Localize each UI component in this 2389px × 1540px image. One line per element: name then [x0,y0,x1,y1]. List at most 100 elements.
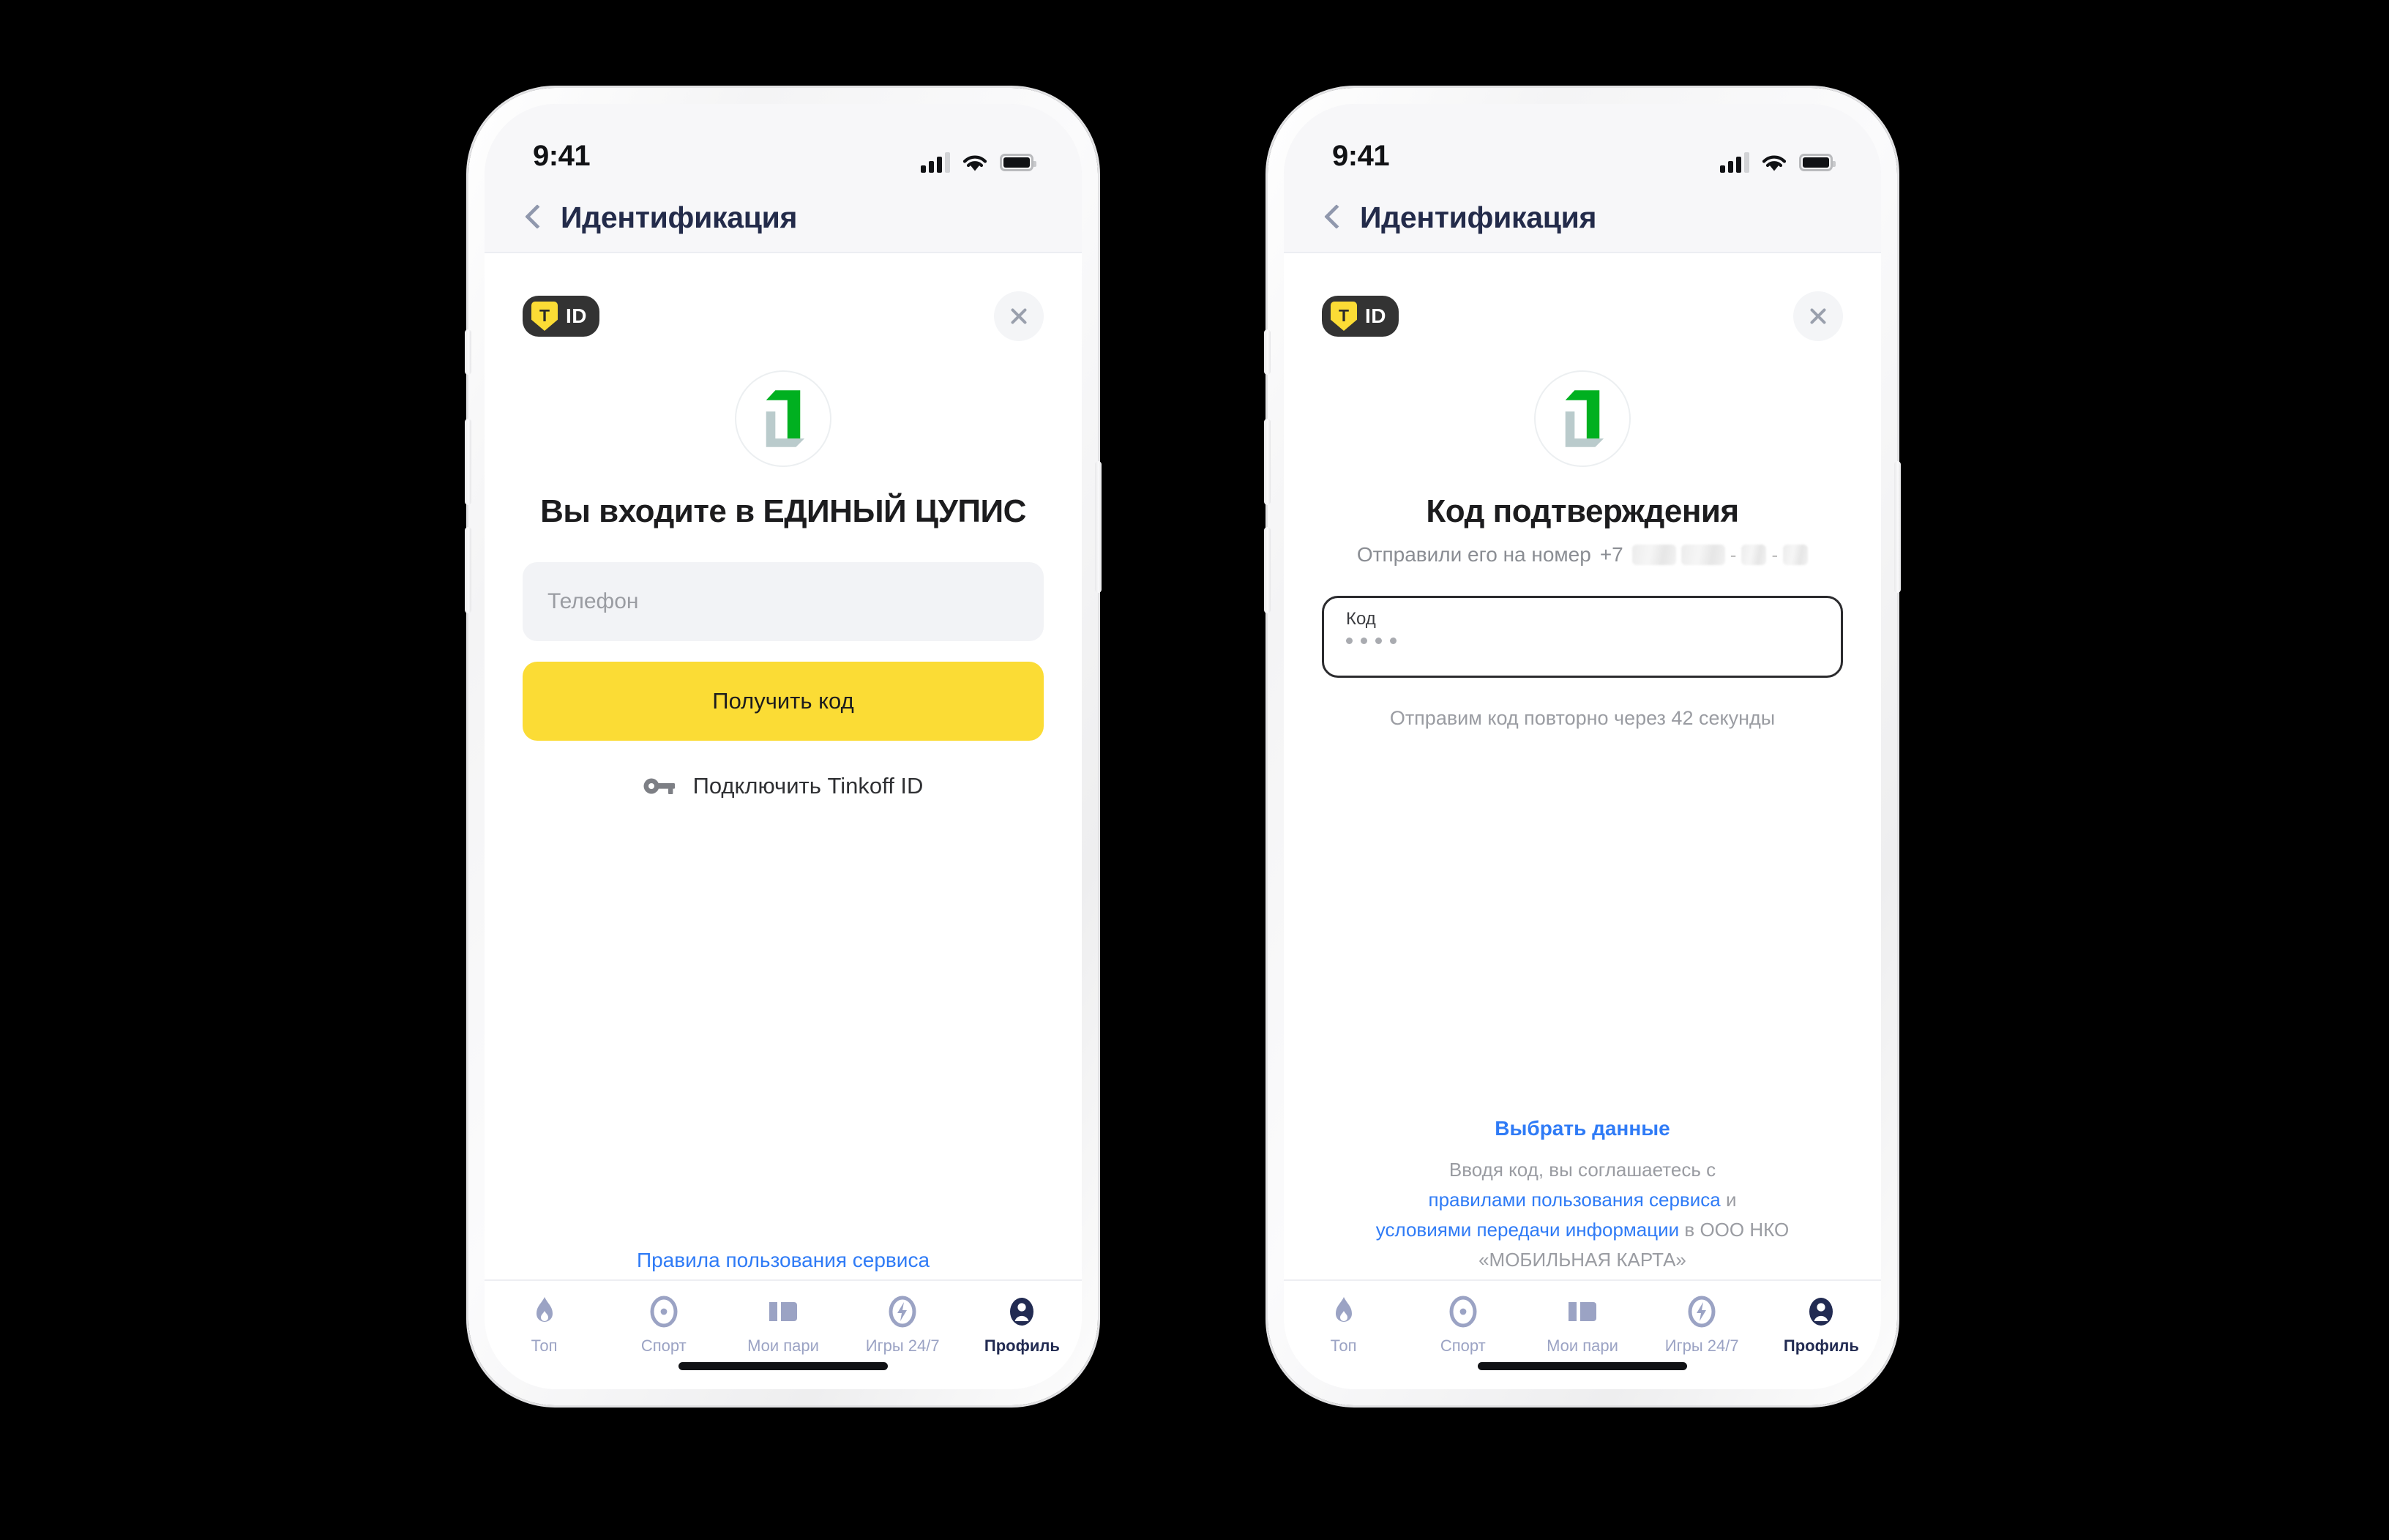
tab-games[interactable]: Игры 24/7 [1642,1296,1762,1356]
tab-sport-label: Спорт [640,1337,687,1355]
person-icon [1008,1296,1036,1328]
tab-top[interactable]: Топ [1284,1296,1403,1356]
tab-bar: Топ Спорт Мои пари Игры 24/7 Профиль [485,1279,1082,1389]
logo-wrap [1322,370,1843,467]
battery-icon [1000,154,1036,171]
target-icon [1449,1296,1477,1328]
legal-conj: и [1725,1188,1737,1211]
status-icons [921,152,1036,173]
phone-screen-right: 9:41 Идентификация T ID Код подтверждени… [1284,104,1881,1389]
legal-link-terms[interactable]: условиями передачи информации [1376,1219,1679,1241]
close-icon[interactable] [994,291,1044,341]
mute-switch[interactable] [1264,329,1271,375]
choose-data-link[interactable]: Выбрать данные [1322,1117,1843,1140]
redaction-block [1680,545,1725,565]
redaction-block [1783,545,1809,565]
volume-down-button[interactable] [465,527,471,613]
cupis-logo-icon [735,370,831,467]
tab-games[interactable]: Игры 24/7 [843,1296,962,1356]
chevron-left-icon[interactable] [523,201,542,233]
nav-bar: Идентификация [485,183,1082,253]
tinkoff-id-badge-icon: T ID [1322,296,1399,337]
sheet-content-phone-step: T ID Вы входите в ЕДИНЫЙ ЦУПИС Телефон П… [485,253,1082,1389]
tid-label: ID [566,304,587,327]
chevron-left-icon[interactable] [1322,201,1341,233]
main-content: Код подтверждения Отправили его на номер… [1284,341,1881,1279]
close-icon[interactable] [1793,291,1843,341]
shield-icon: T [1331,302,1357,331]
page-title: Идентификация [561,200,798,234]
screenshot-stage: 9:41 Идентификация T ID Вы входите в ЕДИ… [0,0,2389,1540]
sheet-header: T ID [1284,253,1881,341]
home-indicator[interactable] [1478,1362,1687,1370]
volume-down-button[interactable] [1264,527,1271,613]
connect-tinkoff-id-label: Подключить Tinkoff ID [692,773,924,799]
ticket-icon [767,1296,799,1328]
phone-input[interactable]: Телефон [523,562,1044,641]
tab-top[interactable]: Топ [485,1296,604,1356]
wifi-icon [1762,155,1787,171]
page-title: Идентификация [1360,200,1597,234]
legal-line-1: Вводя код, вы соглашаетесь с [1448,1158,1716,1181]
signal-bars-icon [1720,152,1749,173]
tab-profile[interactable]: Профиль [1762,1296,1881,1356]
phone-dash: - [1730,543,1737,566]
phone-dash: - [1771,543,1779,566]
sheet-content-code-step: T ID Код подтверждения Отправили его на … [1284,253,1881,1389]
tab-my-bets[interactable]: Мои пари [723,1296,842,1356]
phone-mockup-right: 9:41 Идентификация T ID Код подтверждени… [1264,88,1901,1405]
cupis-logo-svg [766,390,805,447]
sent-to-number-text: Отправили его на номер +7 - - [1322,543,1843,567]
status-clock: 9:41 [1332,140,1390,172]
tab-profile-label: Профиль [1783,1337,1859,1355]
sent-prefix: Отправили его на номер [1356,543,1591,566]
tab-top-label: Топ [531,1337,558,1355]
get-code-button[interactable]: Получить код [523,662,1044,741]
tab-my-bets-label: Мои пари [1547,1337,1618,1355]
logo-wrap [523,370,1044,467]
legal-link-rules[interactable]: правилами пользования сервиса [1428,1189,1720,1211]
status-bar: 9:41 [1284,104,1881,183]
tab-sport[interactable]: Спорт [1403,1296,1522,1356]
shield-letter: T [1338,306,1350,325]
code-input-dots [1346,638,1819,645]
flame-icon [1331,1296,1356,1328]
phone-input-placeholder: Телефон [547,589,639,613]
tab-games-label: Игры 24/7 [865,1337,940,1355]
person-icon [1807,1296,1835,1328]
shield-letter: T [539,306,550,325]
sheet-header: T ID [485,253,1082,341]
flame-icon [532,1296,557,1328]
lightning-circle-icon [889,1296,916,1328]
lightning-circle-icon [1688,1296,1716,1328]
code-input[interactable]: Код [1322,596,1843,678]
legal-company: «МОБИЛЬНАЯ КАРТА» [1478,1248,1686,1271]
legal-tail: в ООО НКО [1684,1218,1790,1241]
volume-up-button[interactable] [1264,419,1271,505]
redaction-block [1631,545,1676,565]
tab-sport[interactable]: Спорт [604,1296,723,1356]
tab-sport-label: Спорт [1440,1337,1486,1355]
mute-switch[interactable] [465,329,471,375]
home-indicator[interactable] [678,1362,888,1370]
tab-bar: Топ Спорт Мои пари Игры 24/7 Профиль [1284,1279,1881,1389]
volume-up-button[interactable] [465,419,471,505]
nav-bar: Идентификация [1284,183,1881,253]
power-button[interactable] [1894,461,1901,593]
battery-icon [1799,154,1836,171]
phone-number-redacted: - - [1631,543,1809,567]
wifi-icon [962,155,987,171]
connect-tinkoff-id-button[interactable]: Подключить Tinkoff ID [523,773,1044,799]
power-button[interactable] [1095,461,1102,593]
tab-profile[interactable]: Профиль [962,1296,1082,1356]
phone-mockup-left: 9:41 Идентификация T ID Вы входите в ЕДИ… [465,88,1102,1405]
headline: Код подтверждения [1426,493,1739,529]
redaction-block [1741,545,1767,565]
resend-timer-text: Отправим код повторно через 42 секунды [1389,707,1776,729]
rules-link[interactable]: Правила пользования сервиса [523,1249,1044,1279]
tab-my-bets[interactable]: Мои пари [1522,1296,1642,1356]
phone-screen-left: 9:41 Идентификация T ID Вы входите в ЕДИ… [485,104,1082,1389]
tab-my-bets-label: Мои пари [747,1337,819,1355]
